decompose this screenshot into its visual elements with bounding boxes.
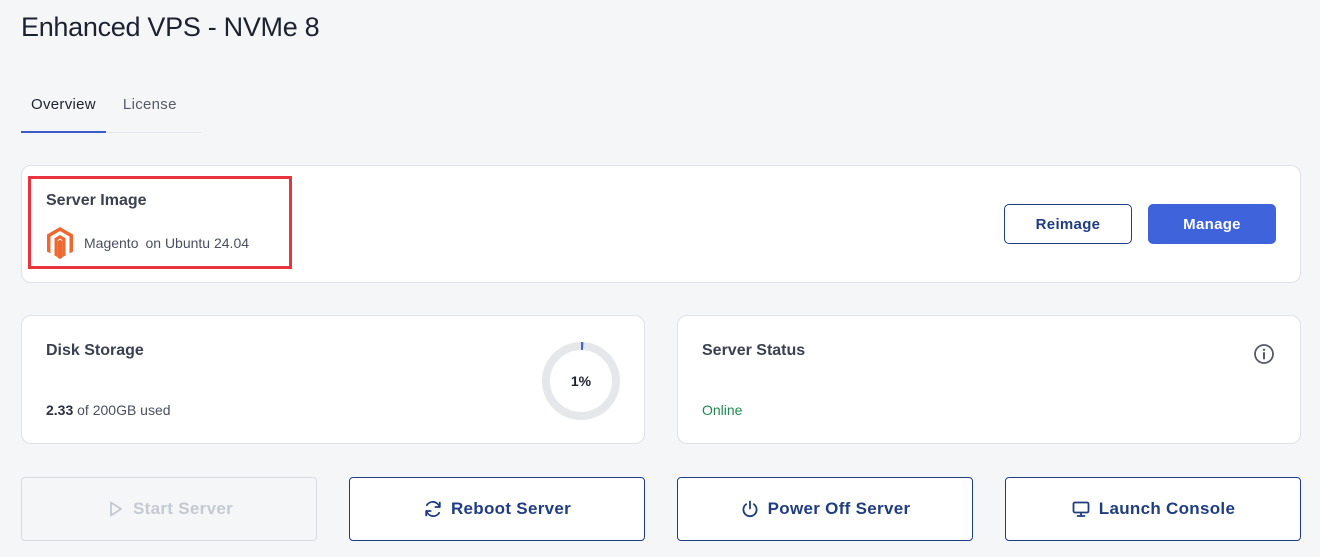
refresh-icon	[425, 501, 441, 517]
launch-console-label: Launch Console	[1098, 499, 1236, 518]
disk-storage-card: Disk Storage 2.33 of 200GB used 1%	[21, 315, 645, 444]
disk-usage-text: 2.33 of 200GB used	[46, 402, 171, 418]
tab-license[interactable]: License	[113, 84, 187, 132]
server-status-title: Server Status	[702, 342, 806, 359]
power-off-server-button[interactable]: Power Off Server	[677, 477, 973, 541]
server-status-card: Server Status Online	[677, 315, 1301, 444]
server-status-value: Online	[702, 402, 743, 418]
highlight-box	[28, 176, 292, 269]
play-icon	[110, 501, 122, 517]
disk-storage-title: Disk Storage	[46, 342, 144, 359]
power-icon	[742, 500, 758, 518]
disk-total-text: of 200GB used	[77, 402, 171, 418]
tab-bar: Overview License	[21, 84, 201, 133]
disk-used-value: 2.33	[46, 402, 74, 418]
disk-usage-percent: 1%	[570, 373, 592, 389]
start-server-label: Start Server	[133, 499, 233, 518]
manage-button[interactable]: Manage	[1148, 204, 1276, 244]
start-server-button[interactable]: Start Server	[21, 477, 317, 541]
reimage-button[interactable]: Reimage	[1004, 204, 1132, 244]
monitor-icon	[1072, 501, 1090, 517]
reboot-server-label: Reboot Server	[450, 499, 572, 518]
tab-overview[interactable]: Overview	[21, 84, 106, 133]
page-title: Enhanced VPS - NVMe 8	[21, 12, 320, 42]
launch-console-button[interactable]: Launch Console	[1005, 477, 1301, 541]
info-icon[interactable]	[1253, 343, 1275, 365]
power-off-server-label: Power Off Server	[767, 499, 911, 518]
reboot-server-button[interactable]: Reboot Server	[349, 477, 645, 541]
